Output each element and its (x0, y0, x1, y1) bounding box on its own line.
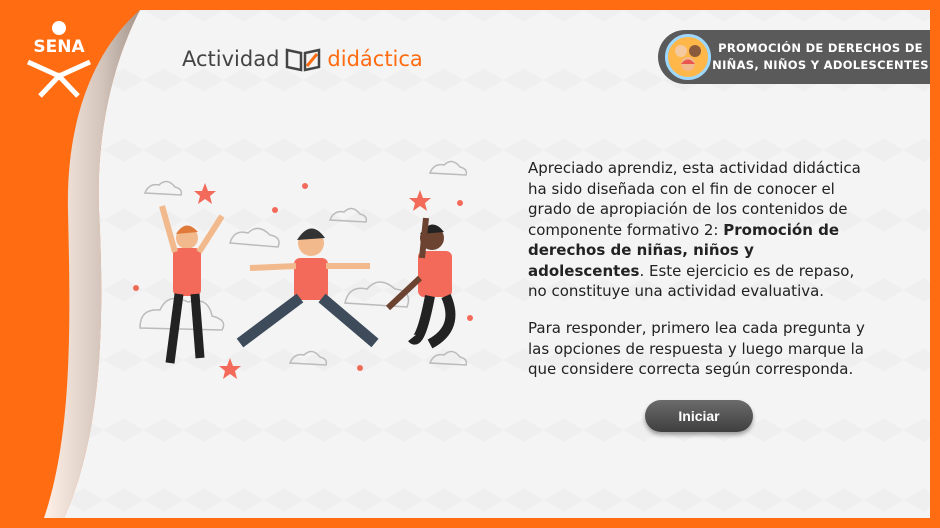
sena-logo-text: SENA (33, 37, 85, 57)
activity-title: Actividad didáctica (182, 42, 423, 76)
badge-line-1: PROMOCIÓN DE DERECHOS DE (718, 41, 923, 55)
jumping-kids-illustration (133, 160, 473, 379)
start-button[interactable]: Iniciar (645, 400, 753, 432)
open-book-pencil-icon (286, 48, 321, 72)
topic-badge: PROMOCIÓN DE DERECHOS DE NIÑAS, NIÑOS Y … (658, 30, 930, 84)
sena-logo: SENA (26, 21, 92, 98)
instructions-paragraph: Para responder, primero lea cada pregunt… (528, 319, 865, 378)
title-word-activity: Actividad (182, 47, 280, 71)
title-word-didactic: didáctica (327, 47, 423, 71)
children-faces-icon (665, 34, 711, 80)
topic-badge-text: PROMOCIÓN DE DERECHOS DE NIÑAS, NIÑOS Y … (711, 40, 930, 74)
intro-paragraph: Apreciado aprendiz, esta actividad didác… (528, 158, 868, 302)
badge-line-2: NIÑAS, NIÑOS Y ADOLESCENTES (712, 58, 929, 72)
